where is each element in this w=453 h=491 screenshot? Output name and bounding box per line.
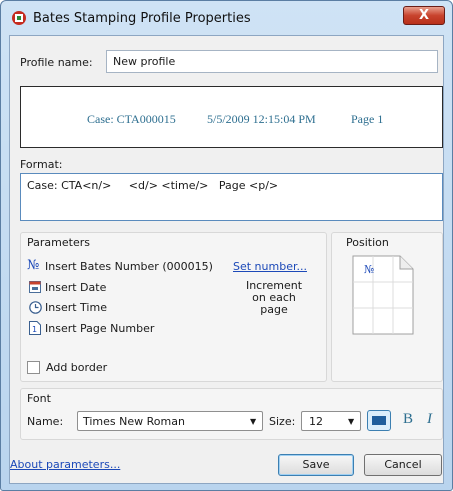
preview-page: Page 1 [351,112,384,126]
window-title: Bates Stamping Profile Properties [33,11,251,26]
preview-datetime: 5/5/2009 12:15:04 PM [207,112,316,126]
font-title: Font [27,392,51,405]
stamp-preview: Case: CTA000015 5/5/2009 12:15:04 PM Pag… [20,86,443,148]
add-border-label: Add border [46,361,108,374]
app-icon [12,11,26,25]
calendar-icon [29,281,41,293]
format-label: Format: [20,158,63,171]
format-input[interactable]: Case: CTA<n/> <d/> <time/> Page <p/> [20,173,443,221]
position-group: Position № [331,232,443,382]
profile-name-input[interactable]: New profile [106,50,438,73]
font-size-dropdown[interactable]: 12 ▼ [301,411,361,431]
page-position-selector[interactable] [352,255,414,335]
font-size-value: 12 [309,415,323,428]
chevron-down-icon: ▼ [250,417,257,426]
insert-time-label: Insert Time [45,301,107,314]
bates-number-icon: № [27,258,40,273]
insert-bates-number[interactable]: № Insert Bates Number (000015) [27,258,227,276]
checkbox-box[interactable] [27,361,40,374]
font-size-label: Size: [269,415,296,428]
font-color-button[interactable] [367,410,391,431]
parameters-group: Parameters № Insert Bates Number (000015… [20,232,327,382]
svg-text:1: 1 [32,325,37,334]
format-value: Case: CTA<n/> <d/> <time/> Page <p/> [27,179,279,192]
bold-button[interactable]: B [403,411,413,428]
clock-icon [29,301,42,314]
set-number-link[interactable]: Set number... [233,260,307,273]
font-name-label: Name: [27,415,64,428]
increment-note-line: page [260,303,288,316]
dialog-window: Bates Stamping Profile Properties X P Pr… [0,0,453,491]
title-bar[interactable]: Bates Stamping Profile Properties X [1,1,452,35]
close-button[interactable]: X [403,6,445,25]
profile-name-label-text: Profile name: [20,56,93,69]
chevron-down-icon: ▼ [348,417,355,426]
close-icon: X [418,8,430,23]
profile-name-value: New profile [113,55,176,68]
insert-time[interactable]: Insert Time [27,299,177,317]
italic-button[interactable]: I [427,411,432,428]
page-number-icon: 1 [29,321,41,335]
insert-bates-label: Insert Bates Number (000015) [45,260,213,273]
about-parameters-link[interactable]: About parameters... [10,458,120,471]
insert-page-number[interactable]: 1 Insert Page Number [27,320,207,338]
insert-date-label: Insert Date [45,281,107,294]
font-name-value: Times New Roman [83,415,185,428]
parameters-title: Parameters [27,236,90,249]
insert-date[interactable]: Insert Date [27,279,177,297]
color-swatch-icon [372,416,386,425]
dialog-body: P Profile name: New profile Case: CTA000… [9,35,444,484]
font-name-dropdown[interactable]: Times New Roman ▼ [77,411,263,431]
increment-note: Increment on each page [239,280,309,316]
insert-page-number-label: Insert Page Number [45,322,155,335]
position-title: Position [346,236,389,249]
preview-case: Case: CTA000015 [87,112,176,126]
save-button[interactable]: Save [278,454,354,476]
font-group: Font Name: Times New Roman ▼ Size: 12 ▼ … [20,388,443,440]
position-marker-icon: № [364,263,375,276]
cancel-button[interactable]: Cancel [364,454,442,476]
add-border-checkbox[interactable]: Add border [27,360,147,376]
